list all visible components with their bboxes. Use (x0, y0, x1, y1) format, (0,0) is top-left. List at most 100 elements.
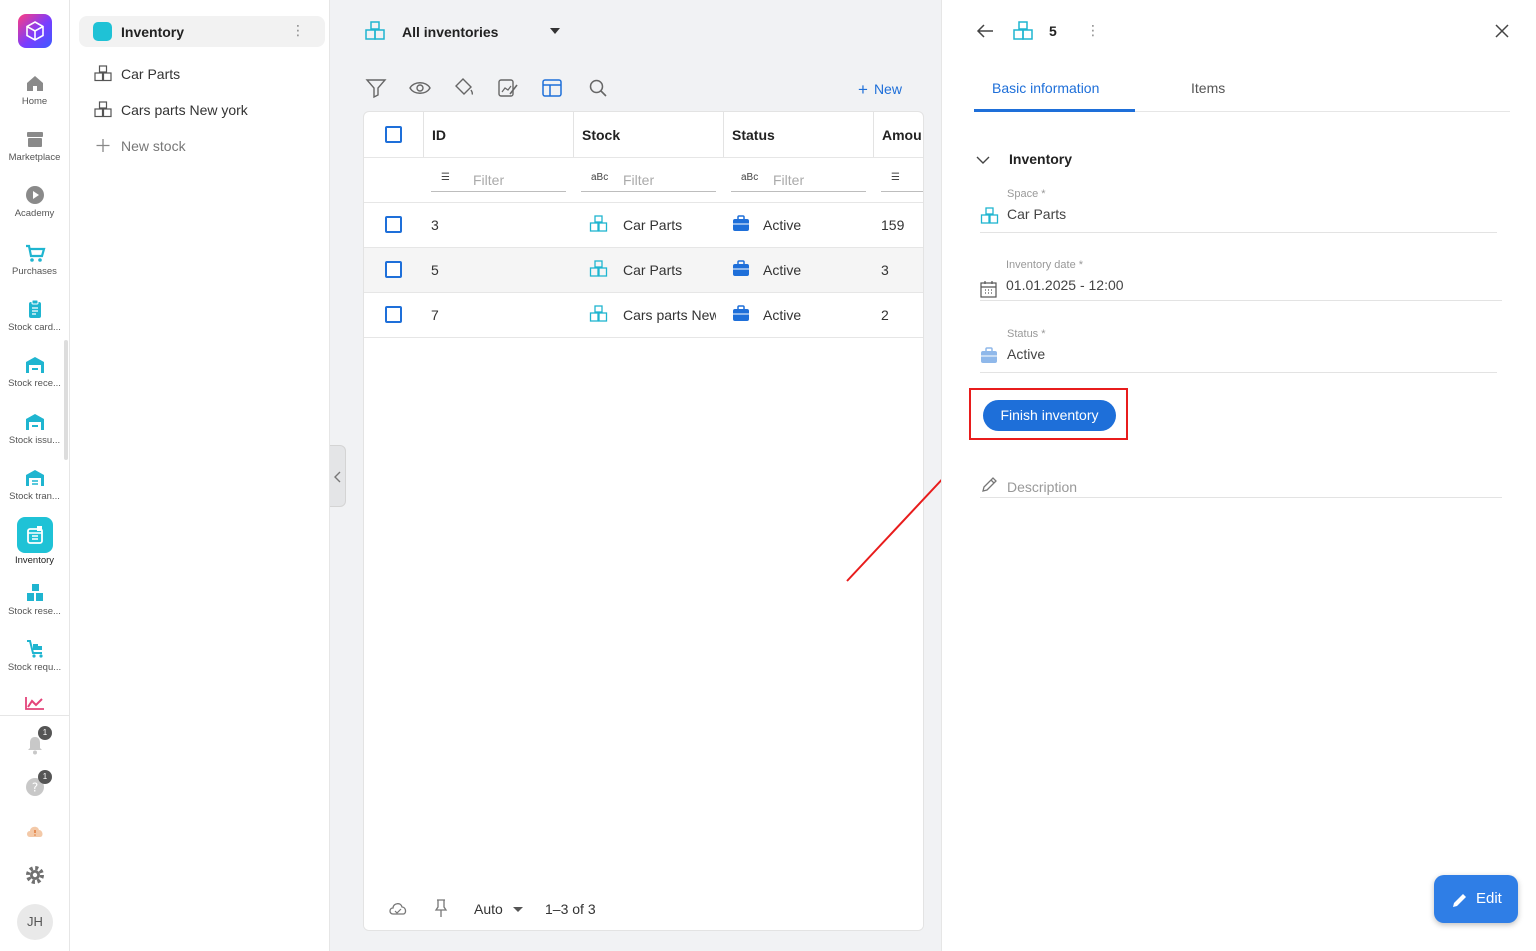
description-field[interactable]: Description (980, 476, 1502, 498)
caret-down-icon[interactable] (550, 28, 560, 34)
filter-placeholder: Filter (623, 172, 655, 188)
finish-inventory-button[interactable]: Finish inventory (983, 400, 1116, 431)
column-header-amount[interactable]: Amou (873, 112, 923, 157)
rail-label-stock-receipts: Stock rece... (8, 378, 61, 389)
cloud-warning-icon[interactable] (24, 822, 46, 840)
pin-icon[interactable] (433, 898, 449, 918)
cloud-sync-icon[interactable] (387, 899, 409, 917)
row-checkbox[interactable] (385, 216, 402, 233)
filter-stock[interactable]: aBc Filter (581, 168, 716, 192)
eye-icon[interactable] (408, 76, 432, 100)
view-title: All inventories (402, 24, 499, 40)
filter-icon[interactable] (364, 76, 388, 100)
briefcase-icon (981, 347, 997, 363)
stock-boxes-icon (589, 305, 608, 322)
arrow-left-icon[interactable] (976, 23, 994, 39)
inventory-icon (26, 526, 43, 544)
rail-stock-reservations[interactable]: Stock rese... (0, 582, 69, 617)
rail-home[interactable]: Home (0, 72, 69, 107)
new-stock-label: New stock (121, 138, 186, 154)
cell-stock: Car Parts (623, 217, 683, 233)
nav-header[interactable]: Inventory ⋮ (79, 16, 325, 47)
row-checkbox[interactable] (385, 306, 402, 323)
rail-academy[interactable]: Academy (0, 184, 69, 219)
grid-filter-row: ☰ Filter aBc Filter aBc Filter ☰ (364, 158, 923, 203)
collapse-panel-handle[interactable] (330, 445, 346, 507)
chart-trend-icon[interactable] (24, 695, 46, 711)
inventory-header-icon (93, 22, 112, 41)
caret-down-icon[interactable] (513, 907, 523, 912)
rail-label-home: Home (21, 96, 48, 107)
app-root: Home Marketplace Academy Purchases Stock… (0, 0, 1536, 951)
table-row[interactable]: 7 Cars parts New Active 2 (364, 293, 923, 338)
gear-icon[interactable] (24, 864, 46, 886)
stock-boxes-icon (589, 260, 608, 277)
filter-placeholder: Filter (773, 172, 805, 188)
warehouse-transfer-icon (25, 470, 44, 486)
field-value: 01.01.2025 - 12:00 (1006, 277, 1124, 293)
filter-status[interactable]: aBc Filter (731, 168, 866, 192)
detail-panel: 5 ⋮ Basic information Items Inventory Sp… (941, 0, 1536, 951)
filter-id[interactable]: ☰ Filter (431, 168, 566, 192)
edit-chart-icon[interactable] (496, 76, 520, 100)
chevron-down-icon[interactable] (976, 155, 990, 165)
home-icon (26, 76, 43, 91)
briefcase-icon (733, 215, 749, 231)
cell-status: Active (763, 217, 802, 233)
rail-purchases[interactable]: Purchases (0, 242, 69, 277)
tab-items[interactable]: Items (1191, 80, 1225, 96)
edit-button-label: Edit (1476, 890, 1502, 907)
rail-stock-issues[interactable]: Stock issu... (0, 411, 69, 446)
text-filter-icon: aBc (741, 172, 759, 183)
rail-stock-cards[interactable]: Stock card... (0, 298, 69, 333)
more-vertical-icon[interactable]: ⋮ (291, 22, 305, 39)
grid-footer: Auto 1–3 of 3 (364, 874, 923, 930)
cell-status: Active (763, 307, 802, 323)
rail-scrollbar[interactable] (64, 340, 68, 460)
new-button[interactable]: + New (858, 79, 902, 99)
select-all-checkbox[interactable] (385, 126, 402, 143)
search-icon[interactable] (586, 76, 610, 100)
rail-inventory[interactable]: Inventory (0, 517, 69, 566)
status-field[interactable]: Status * Active (980, 328, 1497, 373)
column-header-id[interactable]: ID (423, 112, 573, 157)
rail-inventory-highlight (16, 517, 53, 553)
rail-stock-requests[interactable]: Stock requ... (0, 638, 69, 673)
space-field[interactable]: Space * Car Parts (980, 188, 1497, 233)
chevron-left-icon (334, 471, 341, 483)
equals-icon: ☰ (441, 172, 450, 183)
row-checkbox[interactable] (385, 261, 402, 278)
edit-button[interactable]: Edit (1434, 875, 1518, 923)
rail-stock-receipts[interactable]: Stock rece... (0, 354, 69, 389)
cell-status: Active (763, 262, 802, 278)
tab-basic-information[interactable]: Basic information (992, 80, 1099, 96)
inventory-nav-panel: Inventory ⋮ Car Parts Cars parts New yor… (70, 0, 330, 951)
inventory-date-field[interactable]: Inventory date * 01.01.2025 - 12:00 (980, 259, 1502, 301)
table-row-selected[interactable]: 5 Car Parts Active 3 (364, 248, 923, 293)
cell-stock: Car Parts (623, 262, 683, 278)
equals-icon: ☰ (891, 172, 900, 183)
help-badge: 1 (38, 770, 52, 784)
boxes-icon (26, 584, 43, 601)
nav-item-label: Car Parts (121, 66, 181, 82)
app-logo[interactable] (18, 14, 52, 48)
filter-amount[interactable]: ☰ (881, 168, 923, 192)
column-header-status[interactable]: Status (723, 112, 873, 157)
cart-icon (25, 244, 45, 262)
close-icon[interactable] (1495, 24, 1509, 38)
table-row[interactable]: 3 Car Parts Active 159 (364, 203, 923, 248)
paint-bucket-icon[interactable] (452, 76, 476, 100)
calendar-icon[interactable] (980, 281, 997, 298)
user-avatar[interactable]: JH (17, 904, 53, 940)
briefcase-icon (733, 305, 749, 321)
pencil-icon (982, 477, 997, 492)
column-header-stock[interactable]: Stock (573, 112, 723, 157)
density-select[interactable]: Auto (474, 901, 503, 917)
rail-marketplace[interactable]: Marketplace (0, 128, 69, 163)
section-title: Inventory (1009, 151, 1073, 167)
table-layout-icon[interactable] (540, 76, 564, 100)
rail-stock-transfers[interactable]: Stock tran... (0, 467, 69, 502)
inventory-boxes-icon (1013, 21, 1033, 40)
more-vertical-icon[interactable]: ⋮ (1086, 22, 1100, 39)
stock-boxes-icon (589, 215, 608, 232)
